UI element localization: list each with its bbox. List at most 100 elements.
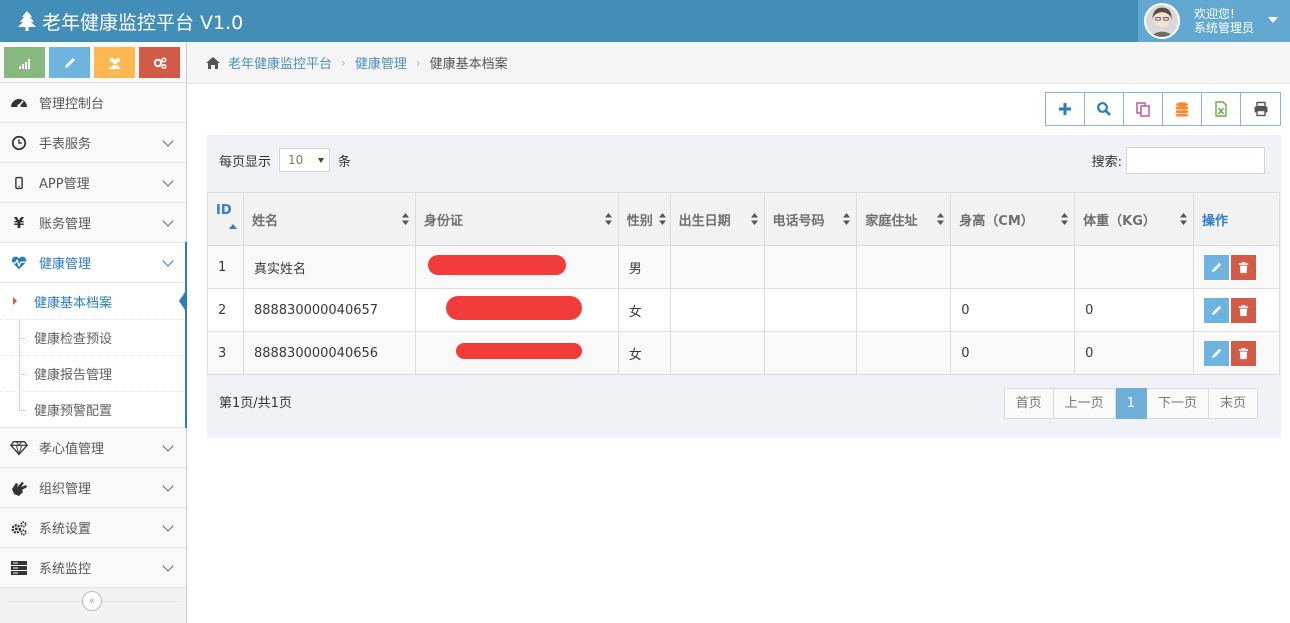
shortcut-signal-button[interactable] (4, 47, 45, 78)
sidebar-item-app[interactable]: APP管理 (0, 163, 186, 203)
copy-button[interactable] (1124, 93, 1163, 125)
column-header-name[interactable]: 姓名 (242, 192, 416, 246)
page-1-button[interactable]: 1 (1115, 388, 1147, 419)
sidebar-item-settings[interactable]: 系统设置 (0, 508, 186, 548)
chevron-down-icon (162, 255, 174, 267)
submenu-item-report[interactable]: 健康报告管理 (0, 355, 186, 391)
sidebar-item-filial[interactable]: 孝心值管理 (0, 428, 186, 468)
column-header-height[interactable]: 身高（CM） (950, 192, 1076, 246)
pencil-icon (64, 57, 75, 68)
submenu-item-label: 健康报告管理 (34, 368, 113, 383)
chevron-down-icon (162, 175, 174, 187)
sidebar-item-label: 孝心值管理 (39, 442, 105, 457)
print-button[interactable] (1241, 93, 1280, 125)
column-header-weight[interactable]: 体重（KG） (1074, 192, 1194, 246)
page-length-select[interactable]: 10 (279, 148, 331, 172)
cell-birth (669, 288, 765, 332)
page-length-control: 每页显示 10 条 (219, 148, 351, 172)
column-header-idcard[interactable]: 身份证 (414, 192, 619, 246)
page-length-label: 每页显示 (219, 154, 272, 170)
column-header-label: 操作 (1201, 213, 1228, 229)
redacted-mark (427, 255, 566, 275)
column-header-actions: 操作 (1192, 192, 1281, 246)
sidebar-item-label: 健康管理 (39, 257, 92, 272)
cell-weight: 0 (1074, 331, 1194, 375)
cell-id: 1 (207, 245, 244, 289)
table-row: 3 888830000040656 女 0 0 (207, 331, 1281, 375)
cell-name: 888830000040657 (242, 288, 416, 332)
edit-button[interactable] (1203, 297, 1229, 323)
breadcrumb-home-link[interactable]: 老年健康监控平台 (228, 53, 332, 72)
submenu-item-basic-profile[interactable]: 健康基本档案 (0, 283, 187, 319)
column-header-label: 性别 (626, 213, 653, 229)
prev-page-button[interactable]: 上一页 (1053, 388, 1116, 419)
user-menu[interactable]: 欢迎您! 系统管理员 (1138, 0, 1290, 42)
edit-button[interactable] (1203, 340, 1229, 366)
brand[interactable]: 老年健康监控平台 V1.0 (18, 0, 243, 42)
cell-phone (763, 245, 858, 289)
page-info: 第1页/共1页 (219, 396, 292, 411)
cell-birth (669, 331, 765, 375)
shortcut-pencil-button[interactable] (49, 47, 90, 78)
search-button[interactable] (1085, 93, 1124, 125)
search-input[interactable] (1126, 147, 1265, 174)
cell-name: 888830000040656 (242, 331, 416, 375)
table-row: 1 真实姓名 男 (207, 245, 1281, 289)
submenu-item-check-preset[interactable]: 健康检查预设 (0, 319, 186, 355)
print-icon (1254, 101, 1267, 117)
home-icon[interactable] (205, 56, 221, 70)
cell-height: 0 (950, 331, 1076, 375)
column-header-address[interactable]: 家庭住址 (856, 192, 952, 246)
cell-id: 2 (207, 288, 244, 332)
column-header-gender[interactable]: 性别 (617, 192, 671, 246)
column-header-label: 身高（CM） (959, 213, 1034, 229)
column-header-birth[interactable]: 出生日期 (669, 192, 765, 246)
next-page-button[interactable]: 下一页 (1146, 388, 1209, 419)
main-content: 老年健康监控平台 › 健康管理 › 健康基本档案 每页显示 10 条 搜索: I… (187, 42, 1290, 623)
pagination: 首页 上一页 1 下一页 末页 (1003, 388, 1258, 419)
submenu-item-alert-config[interactable]: 健康预警配置 (0, 391, 186, 427)
cell-actions (1192, 331, 1281, 375)
database-button[interactable] (1163, 93, 1202, 125)
mobile-icon (10, 174, 28, 192)
export-excel-button[interactable] (1202, 93, 1241, 125)
delete-button[interactable] (1230, 297, 1256, 323)
last-page-button[interactable]: 末页 (1208, 388, 1258, 419)
sidebar-item-watch[interactable]: 手表服务 (0, 123, 186, 163)
collapse-sidebar-button[interactable]: « (82, 591, 102, 611)
sidebar-item-org[interactable]: 组织管理 (0, 468, 186, 508)
sidebar-item-dashboard[interactable]: 管理控制台 (0, 83, 186, 123)
delete-button[interactable] (1230, 340, 1256, 366)
add-button[interactable] (1046, 93, 1085, 125)
column-header-label: 电话号码 (772, 213, 825, 229)
sort-asc-icon (229, 224, 237, 229)
redacted-mark (445, 296, 582, 320)
cell-gender: 女 (617, 331, 671, 375)
column-header-id[interactable]: ID (207, 192, 244, 246)
pencil-icon (1211, 262, 1222, 272)
breadcrumb-section-link[interactable]: 健康管理 (355, 53, 407, 72)
yen-icon: ¥ (13, 213, 25, 232)
cell-address (856, 288, 952, 332)
shortcut-cogs-button[interactable] (139, 47, 180, 78)
sidebar-item-monitor[interactable]: 系统监控 (0, 548, 186, 588)
delete-button[interactable] (1230, 254, 1256, 280)
sidebar-item-label: 系统设置 (39, 522, 92, 537)
chevron-down-icon (162, 135, 174, 147)
user-name: 系统管理员 (1194, 21, 1255, 35)
cell-weight: 0 (1074, 288, 1194, 332)
chevron-down-icon (162, 440, 174, 452)
sidebar: 管理控制台 手表服务 APP管理 ¥ 账务管理 健康管理 健康基本档案 健康检查… (0, 42, 187, 623)
shortcut-users-button[interactable] (94, 47, 135, 78)
sidebar-item-finance[interactable]: ¥ 账务管理 (0, 203, 186, 243)
sort-icon (843, 213, 851, 225)
clock-icon (10, 134, 28, 152)
edit-button[interactable] (1203, 254, 1229, 280)
chevron-down-icon (162, 520, 174, 532)
submenu-item-label: 健康检查预设 (34, 332, 113, 347)
column-header-label: 出生日期 (678, 213, 731, 229)
first-page-button[interactable]: 首页 (1003, 388, 1054, 419)
sidebar-item-health[interactable]: 健康管理 (0, 243, 186, 283)
tree-icon (18, 11, 36, 31)
column-header-phone[interactable]: 电话号码 (763, 192, 858, 246)
